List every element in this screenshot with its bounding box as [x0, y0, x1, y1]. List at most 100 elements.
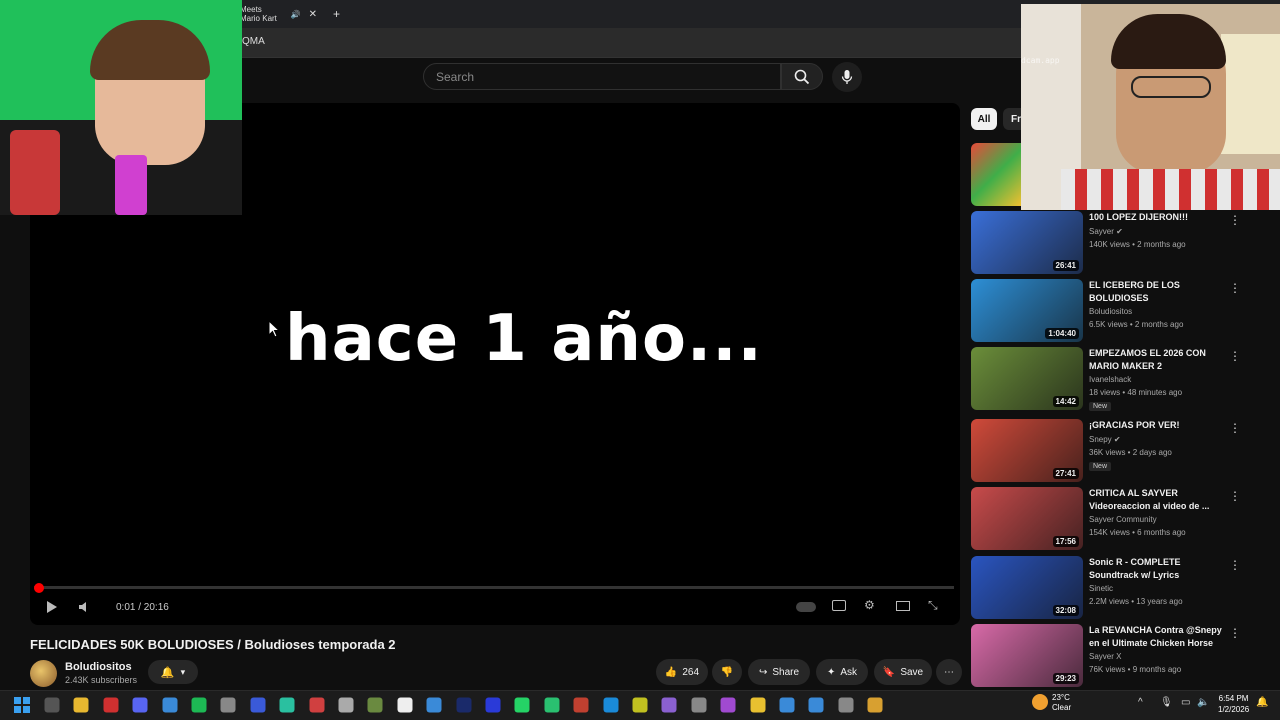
tray-chevron-icon[interactable]: ^: [1138, 697, 1143, 708]
search-input[interactable]: Search: [423, 63, 781, 90]
taskbar-app-icon[interactable]: [279, 697, 295, 713]
taskbar-app-icon[interactable]: [838, 697, 854, 713]
windows-start-icon[interactable]: [14, 697, 30, 713]
recommendation-channel[interactable]: Ivanelshack: [1089, 375, 1131, 384]
new-tab-icon[interactable]: +: [333, 7, 340, 21]
taskbar-app-icon[interactable]: [132, 697, 148, 713]
recommendation-title[interactable]: EL ICEBERG DE LOS BOLUDIOSES: [1089, 279, 1229, 305]
new-badge: New: [1089, 462, 1112, 471]
recommendation-item[interactable]: 32:08 Sonic R - COMPLETE Soundtrack w/ Ly…: [971, 556, 1271, 620]
taskbar-app-icon[interactable]: [309, 697, 325, 713]
chip-all[interactable]: All: [971, 108, 997, 130]
recommendation-thumbnail-partial[interactable]: [971, 143, 1021, 206]
network-icon[interactable]: ▭: [1181, 697, 1190, 708]
recommendation-meta: 154K views • 6 months ago: [1089, 528, 1186, 537]
more-actions-button[interactable]: ⋯: [936, 659, 962, 685]
taskbar-app-icon[interactable]: [338, 697, 354, 713]
taskbar-clock[interactable]: 6:54 PM 1/2/2026: [1218, 693, 1249, 715]
taskbar-app-icon[interactable]: [720, 697, 736, 713]
voice-search-button[interactable]: [832, 62, 862, 92]
taskbar-app-icon[interactable]: [220, 697, 236, 713]
taskbar-app-icon[interactable]: [162, 697, 178, 713]
taskbar-app-icon[interactable]: [544, 697, 560, 713]
taskbar-app-icon[interactable]: [514, 697, 530, 713]
taskbar-app-icon[interactable]: [103, 697, 119, 713]
recommendation-channel[interactable]: Boludiositos: [1089, 307, 1132, 316]
weather-icon[interactable]: [1032, 694, 1048, 710]
channel-name[interactable]: Boludiositos: [65, 661, 132, 673]
weather-widget[interactable]: 23°C Clear: [1052, 693, 1071, 713]
recommendation-channel[interactable]: Sayver X: [1089, 652, 1121, 661]
recommendation-title[interactable]: Sonic R - COMPLETE Soundtrack w/ Lyrics: [1089, 556, 1229, 582]
taskbar-app-icon[interactable]: [456, 697, 472, 713]
progress-bar[interactable]: [34, 586, 954, 589]
recommendation-channel[interactable]: Sayver Community: [1089, 515, 1157, 524]
speaker-icon[interactable]: 🔊: [291, 10, 301, 19]
captions-icon[interactable]: [832, 600, 846, 611]
close-tab-icon[interactable]: ✕: [309, 9, 317, 20]
dislike-button[interactable]: 👎: [712, 659, 742, 685]
video-duration: 17:56: [1052, 536, 1079, 547]
taskbar-app-icon[interactable]: [632, 697, 648, 713]
chevron-down-icon: ▾: [180, 666, 186, 677]
video-duration: 1:04:40: [1045, 328, 1079, 339]
recommendation-channel[interactable]: Sayver ✔: [1089, 227, 1123, 236]
taskbar-app-icon[interactable]: [779, 697, 795, 713]
progress-scrubber[interactable]: [34, 583, 44, 593]
recommendation-title[interactable]: ¡GRACIAS POR VER!: [1089, 419, 1229, 432]
channel-avatar[interactable]: [30, 660, 57, 687]
taskbar-app-icon[interactable]: [367, 697, 383, 713]
taskbar-app-icon[interactable]: [250, 697, 266, 713]
more-options-icon[interactable]: ⋮: [1229, 626, 1241, 640]
recommendation-item[interactable]: 29:23 La REVANCHA Contra @Snepy en el Ult…: [971, 624, 1271, 688]
taskbar-app-icon[interactable]: [426, 697, 442, 713]
volume-tray-icon[interactable]: 🔈: [1197, 697, 1209, 708]
taskbar-app-icon[interactable]: [661, 697, 677, 713]
more-options-icon[interactable]: ⋮: [1229, 558, 1241, 572]
recommendation-title[interactable]: 100 LOPEZ DIJERON!!!: [1089, 211, 1229, 224]
more-options-icon[interactable]: ⋮: [1229, 349, 1241, 363]
notifications-button[interactable]: 🔔 ▾: [148, 660, 198, 684]
recommendation-channel[interactable]: Sinetic: [1089, 584, 1113, 593]
video-duration: 27:41: [1052, 468, 1079, 479]
recommendation-channel[interactable]: Snepy ✔: [1089, 435, 1121, 444]
taskbar-app-icon[interactable]: [867, 697, 883, 713]
recommendation-item[interactable]: 17:56 CRITICA AL SAYVER Videoreaccion al …: [971, 487, 1271, 551]
taskbar-app-icon[interactable]: [397, 697, 413, 713]
video-duration: 14:42: [1052, 396, 1079, 407]
more-options-icon[interactable]: ⋮: [1229, 213, 1241, 227]
taskbar-app-icon[interactable]: [603, 697, 619, 713]
like-button[interactable]: 👍 264: [656, 659, 708, 685]
fullscreen-icon[interactable]: ⤡: [928, 598, 938, 613]
recommendation-title[interactable]: CRITICA AL SAYVER Videoreaccion al video…: [1089, 487, 1229, 513]
browser-tab[interactable]: Meets Mario Kart 🔊 ✕ +: [240, 4, 340, 24]
autoplay-toggle[interactable]: [796, 602, 816, 612]
more-options-icon[interactable]: ⋮: [1229, 281, 1241, 295]
taskbar-app-icon[interactable]: [750, 697, 766, 713]
volume-button[interactable]: [78, 600, 92, 617]
recommendation-item[interactable]: 1:04:40 EL ICEBERG DE LOS BOLUDIOSES Bolud…: [971, 279, 1271, 343]
taskbar-app-icon[interactable]: [573, 697, 589, 713]
recommendation-item[interactable]: 14:42 EMPEZAMOS EL 2026 CON MARIO MAKER 2…: [971, 347, 1271, 411]
notification-bell-icon[interactable]: 🔔: [1256, 697, 1268, 708]
ask-button[interactable]: ✦ Ask: [816, 659, 868, 685]
theater-mode-icon[interactable]: [896, 601, 910, 611]
taskbar-app-icon[interactable]: [485, 697, 501, 713]
recommendation-item[interactable]: 26:41 100 LOPEZ DIJERON!!! Sayver ✔ 140K vi…: [971, 211, 1271, 275]
share-button[interactable]: ↪ Share: [748, 659, 810, 685]
search-button[interactable]: [781, 63, 823, 90]
taskbar-app-icon[interactable]: [191, 697, 207, 713]
taskbar-app-icon[interactable]: [808, 697, 824, 713]
taskbar-app-icon[interactable]: [44, 697, 60, 713]
recommendation-title[interactable]: La REVANCHA Contra @Snepy en el Ultimate…: [1089, 624, 1229, 650]
recommendation-item[interactable]: 27:41 ¡GRACIAS POR VER! Snepy ✔ 36K views •…: [971, 419, 1271, 483]
recommendation-title[interactable]: EMPEZAMOS EL 2026 CON MARIO MAKER 2: [1089, 347, 1229, 373]
taskbar-app-icon[interactable]: [691, 697, 707, 713]
settings-icon[interactable]: ⚙: [864, 598, 875, 612]
more-options-icon[interactable]: ⋮: [1229, 489, 1241, 503]
taskbar-app-icon[interactable]: [73, 697, 89, 713]
microphone-tray-icon[interactable]: 🎙: [1160, 697, 1173, 708]
more-options-icon[interactable]: ⋮: [1229, 421, 1241, 435]
play-button[interactable]: [46, 600, 58, 617]
save-button[interactable]: 🔖 Save: [874, 659, 932, 685]
